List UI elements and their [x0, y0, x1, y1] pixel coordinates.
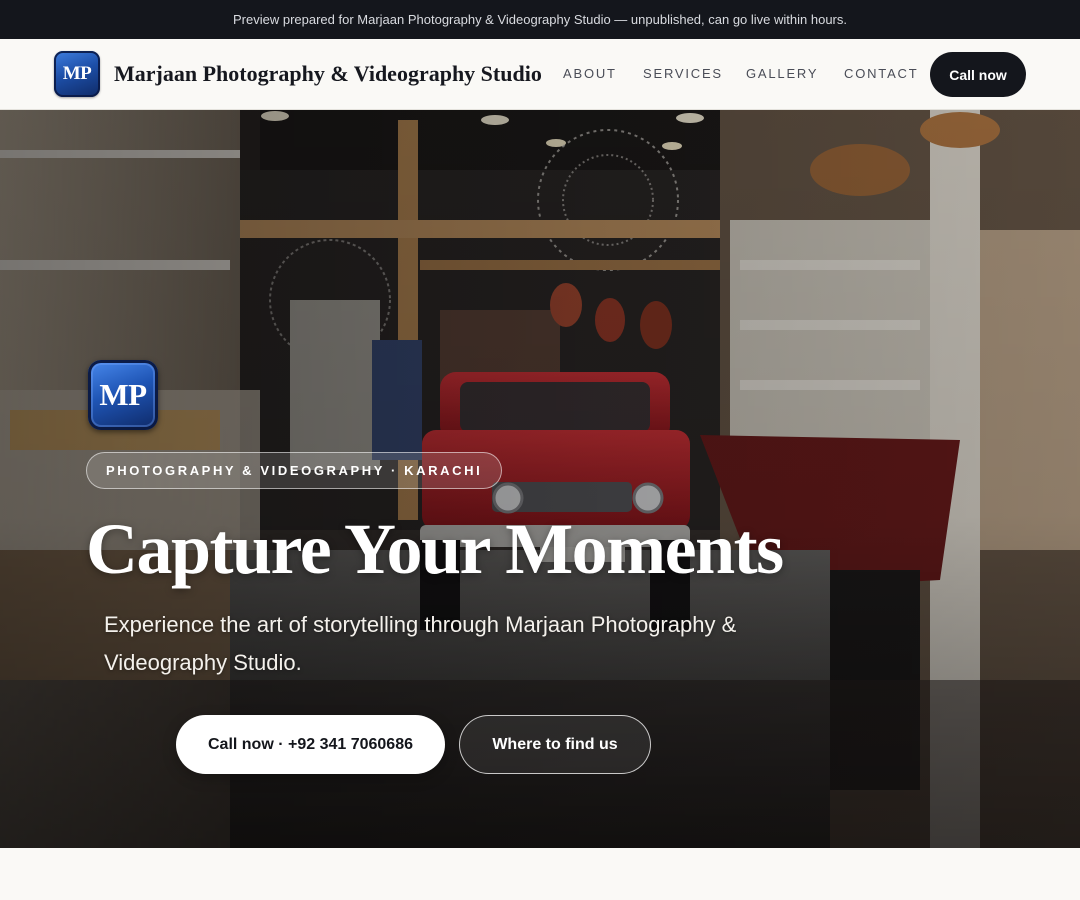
nav-contact[interactable]: CONTACT — [844, 66, 918, 81]
brand-logo[interactable]: MP — [54, 51, 100, 97]
hero-logo-text: MP — [99, 377, 147, 412]
hero-eyebrow-badge: PHOTOGRAPHY & VIDEOGRAPHY · KARACHI — [86, 452, 503, 489]
preview-banner: Preview prepared for Marjaan Photography… — [0, 0, 1080, 39]
nav-about[interactable]: ABOUT — [563, 66, 617, 81]
nav-gallery[interactable]: GALLERY — [746, 66, 818, 81]
preview-banner-text: Preview prepared for Marjaan Photography… — [232, 12, 847, 27]
site-header: MP Marjaan Photography & Videography Stu… — [0, 39, 1080, 110]
hero-title: Capture Your Moments — [86, 509, 784, 589]
call-now-button[interactable]: Call now · +92 341 7060686 — [176, 715, 445, 774]
nav-services[interactable]: SERVICES — [643, 66, 723, 81]
brand-logo-text: MP — [62, 63, 92, 84]
brand-name[interactable]: Marjaan Photography & Videography Studio — [114, 61, 542, 87]
header-call-button[interactable]: Call now — [930, 52, 1026, 97]
hero-section: MP PHOTOGRAPHY & VIDEOGRAPHY · KARACHI C… — [0, 110, 1080, 848]
hero-logo: MP — [88, 360, 158, 430]
hero-subtitle: Experience the art of storytelling throu… — [104, 612, 737, 675]
hero-eyebrow-text: PHOTOGRAPHY & VIDEOGRAPHY · KARACHI — [106, 463, 483, 478]
where-to-find-us-button[interactable]: Where to find us — [459, 715, 651, 774]
